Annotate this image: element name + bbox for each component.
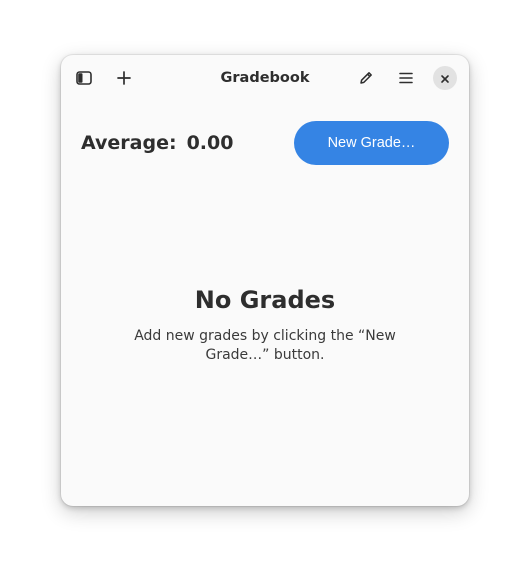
toggle-sidebar-button[interactable] [68,62,100,94]
empty-state-title: No Grades [194,286,336,314]
average-label: Average: [81,132,177,154]
header-bar: Gradebook [61,55,469,101]
pencil-icon [358,70,374,86]
close-button[interactable] [433,66,457,90]
add-button[interactable] [108,62,140,94]
plus-icon [116,70,132,86]
new-grade-button[interactable]: New Grade… [294,121,449,165]
empty-state-description: Add new grades by clicking the “New Grad… [134,328,396,363]
average-value: 0.00 [186,132,234,154]
main-menu-button[interactable] [390,62,422,94]
edit-button[interactable] [350,62,382,94]
hamburger-menu-icon [398,70,414,86]
empty-state: No Grades Add new grades by clicking the… [61,283,469,365]
close-icon [440,69,450,88]
sidebar-icon [76,70,92,86]
average-display: Average: 0.00 [81,128,233,158]
app-window: Gradebook Average: 0.00 New Grade… No Gr… [61,55,469,506]
